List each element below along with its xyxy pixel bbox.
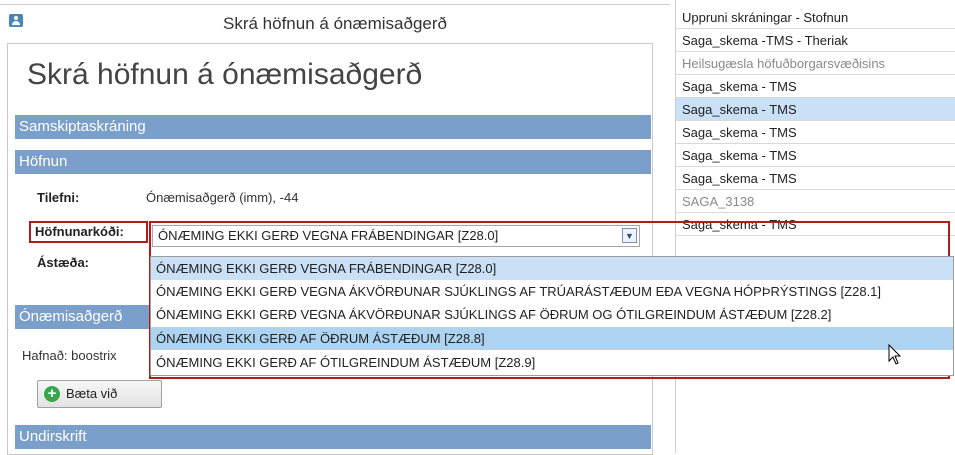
dropdown-option[interactable]: ÓNÆMING EKKI GERÐ VEGNA ÁKVÖRÐUNAR SJÚKL… <box>151 303 953 326</box>
dropdown-option[interactable]: ÓNÆMING EKKI GERÐ AF ÓTILGREINDUM ÁSTÆÐU… <box>151 351 953 374</box>
section-samskiptaskraning[interactable]: Samskiptaskráning <box>15 115 651 139</box>
list-item[interactable]: Saga_skema - TMS <box>676 167 955 190</box>
list-item[interactable]: Saga_skema - TMS <box>676 144 955 167</box>
section-undirskrift[interactable]: Undirskrift <box>15 425 651 449</box>
list-item[interactable]: Uppruni skráningar - Stofnun <box>676 6 955 29</box>
mouse-cursor-icon <box>888 344 902 365</box>
section-hofnun[interactable]: Höfnun <box>15 150 651 174</box>
dropdown-option[interactable]: ÓNÆMING EKKI GERÐ VEGNA FRÁBENDINGAR [Z2… <box>151 257 953 280</box>
dropdown-option[interactable]: ÓNÆMING EKKI GERÐ VEGNA ÁKVÖRÐUNAR SJÚKL… <box>151 280 953 303</box>
list-item[interactable]: Heilsugæsla höfuðborgarsvæðisins <box>676 52 955 75</box>
hofnunarkodi-dropdown: ÓNÆMING EKKI GERÐ VEGNA FRÁBENDINGAR [Z2… <box>150 256 954 376</box>
page-title: Skrá höfnun á ónæmisaðgerð <box>27 58 423 91</box>
top-strip <box>0 0 670 5</box>
tilefni-value: Ónæmisaðgerð (imm), -44 <box>146 190 299 205</box>
plus-circle-icon: + <box>44 386 60 402</box>
tilefni-label: Tilefni: <box>37 190 80 205</box>
list-item[interactable]: Saga_skema - TMS <box>676 121 955 144</box>
list-item[interactable]: Saga_skema - TMS <box>676 75 955 98</box>
list-item[interactable]: Saga_skema -TMS - Theriak <box>676 29 955 52</box>
list-item-selected[interactable]: Saga_skema - TMS <box>676 98 955 121</box>
hafnad-text: Hafnað: boostrix <box>22 348 117 363</box>
dialog-title: Skrá höfnun á ónæmisaðgerð <box>223 14 447 33</box>
list-item[interactable]: SAGA_3138 <box>676 190 955 213</box>
add-button[interactable]: + Bæta við <box>37 380 162 408</box>
add-button-label: Bæta við <box>66 386 118 401</box>
dropdown-option-hovered[interactable]: ÓNÆMING EKKI GERÐ AF ÖÐRUM ÁSTÆÐUM [Z28.… <box>151 327 953 350</box>
hofnunarkodi-label: Höfnunarkóði: <box>35 224 124 239</box>
astaeda-label: Ástæða: <box>37 255 90 270</box>
